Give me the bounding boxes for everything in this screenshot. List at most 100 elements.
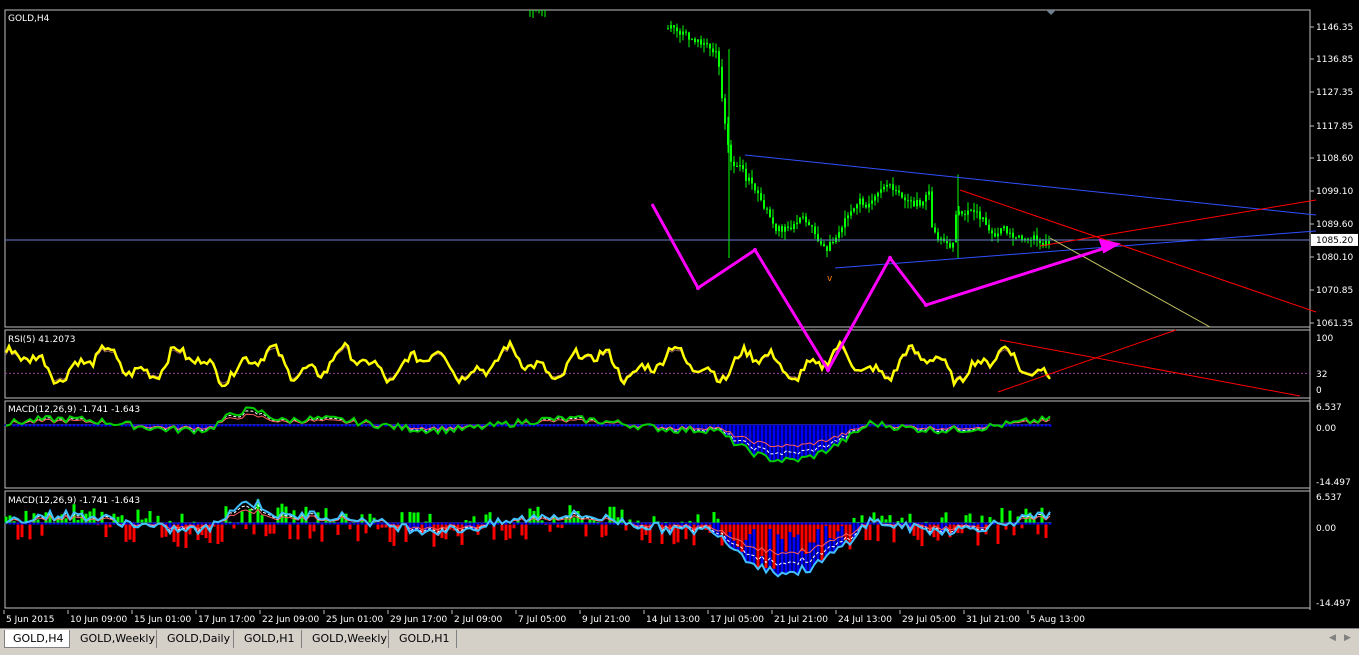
macd-histogram-up [485,514,488,522]
macd-histogram-bar [349,523,352,525]
macd-histogram-bar [1021,424,1024,426]
macd-histogram-bar [585,523,588,525]
time-tick-label: 5 Aug 13:00 [1030,615,1085,625]
macd-histogram-bar [557,523,560,525]
macd-histogram-down [29,525,32,540]
time-tick-label: 24 Jul 13:00 [838,615,892,625]
candle-body [1003,226,1005,228]
tab-gold-h1[interactable]: GOLD,H1 [236,630,302,648]
macd-histogram-bar [61,424,64,426]
tab-gold-h4[interactable]: GOLD,H4 [4,630,70,648]
macd-histogram-down [1021,525,1024,529]
macd-histogram-up [77,520,80,523]
rsi-tick-label: 0 [1316,386,1322,396]
rsi-title: RSI(5) 41.2073 [8,335,75,345]
candle-body [832,242,834,243]
candle-body [751,178,753,184]
macd-histogram-down [525,525,528,540]
macd1-tick-label: 0.00 [1316,424,1336,434]
macd-histogram-bar [613,523,616,525]
candle-body [976,211,978,212]
rsi-tick-label: 100 [1316,334,1333,344]
macd-histogram-down [385,525,388,528]
macd-histogram-bar [29,523,32,525]
macd-histogram-down [245,525,248,530]
candle-body [790,228,792,229]
candle-body [895,190,897,191]
tab-gold-h1-2[interactable]: GOLD,H1 [391,630,457,648]
triangle-right-icon[interactable]: ▶ [1344,633,1351,643]
macd-histogram-bar [65,523,68,525]
candle-body [691,39,693,40]
candle-body [673,25,675,27]
macd-histogram-bar [41,523,44,525]
wave-point [696,286,700,290]
macd-histogram-bar [89,424,92,426]
macd-histogram-bar [273,424,276,426]
time-tick-label: 17 Jul 05:00 [710,615,764,625]
macd-histogram-bar [589,424,592,426]
macd-histogram-bar [569,523,572,525]
macd-histogram-bar [17,523,20,525]
candle-body [922,201,924,205]
macd-histogram-bar [285,424,288,426]
macd-histogram-down [297,525,300,540]
macd-histogram-bar [93,424,96,426]
macd-histogram-bar [277,424,280,426]
candle-body [1015,237,1017,238]
macd-histogram-up [965,515,968,522]
candle-body [877,193,879,197]
macd-histogram-bar [601,523,604,525]
macd-histogram-up [417,512,420,522]
macd-histogram-bar [601,424,604,426]
tab-gold-daily[interactable]: GOLD,Daily [159,630,234,648]
macd-histogram-bar [825,424,828,453]
macd-histogram-bar [529,523,532,525]
macd-histogram-up [689,521,692,523]
macd-histogram-bar [101,424,104,426]
macd-histogram-down [801,525,804,552]
candle-body [871,201,873,204]
candle-body [796,223,798,224]
macd-histogram-down [841,525,844,527]
macd-histogram-bar [73,424,76,426]
macd-histogram-bar [353,523,356,525]
candle-body [703,43,705,44]
macd-histogram-up [241,511,244,522]
macd-histogram-down [321,525,324,542]
candle-body [766,209,768,210]
macd-histogram-up [145,518,148,522]
macd-histogram-bar [253,424,256,426]
candle-body [931,191,933,227]
tab-gold-weekly-2[interactable]: GOLD,Weekly [304,630,389,648]
macd-histogram-down [793,525,796,538]
macd-histogram-bar [81,523,84,525]
triangle-left-icon[interactable]: ◀ [1329,633,1336,643]
macd-histogram-down [161,525,164,538]
macd-histogram-bar [229,523,232,525]
tab-gold-weekly[interactable]: GOLD,Weekly [72,630,157,648]
macd-histogram-bar [253,523,256,525]
candle-body [907,200,909,201]
macd-histogram-up [945,512,948,522]
trading-chart[interactable]: v 1146.351136.851127.351117.851108.60109… [0,0,1359,628]
macd-histogram-bar [69,523,72,525]
macd-histogram-down [829,525,832,538]
macd-histogram-up [573,517,576,522]
macd-histogram-bar [61,523,64,525]
macd-histogram-down [521,525,524,536]
macd-histogram-down [825,525,828,526]
macd-histogram-bar [381,523,384,525]
candle-body [784,227,786,232]
macd-histogram-bar [45,523,48,525]
candle-body [937,232,939,240]
macd-histogram-bar [869,424,872,426]
candle-body [748,178,750,181]
macd-histogram-down [785,525,788,552]
macd-histogram-up [469,521,472,522]
macd-histogram-bar [17,424,20,426]
candle-body [961,211,963,213]
macd-histogram-bar [537,523,540,525]
macd-histogram-bar [85,523,88,525]
macd-histogram-up [889,515,892,522]
